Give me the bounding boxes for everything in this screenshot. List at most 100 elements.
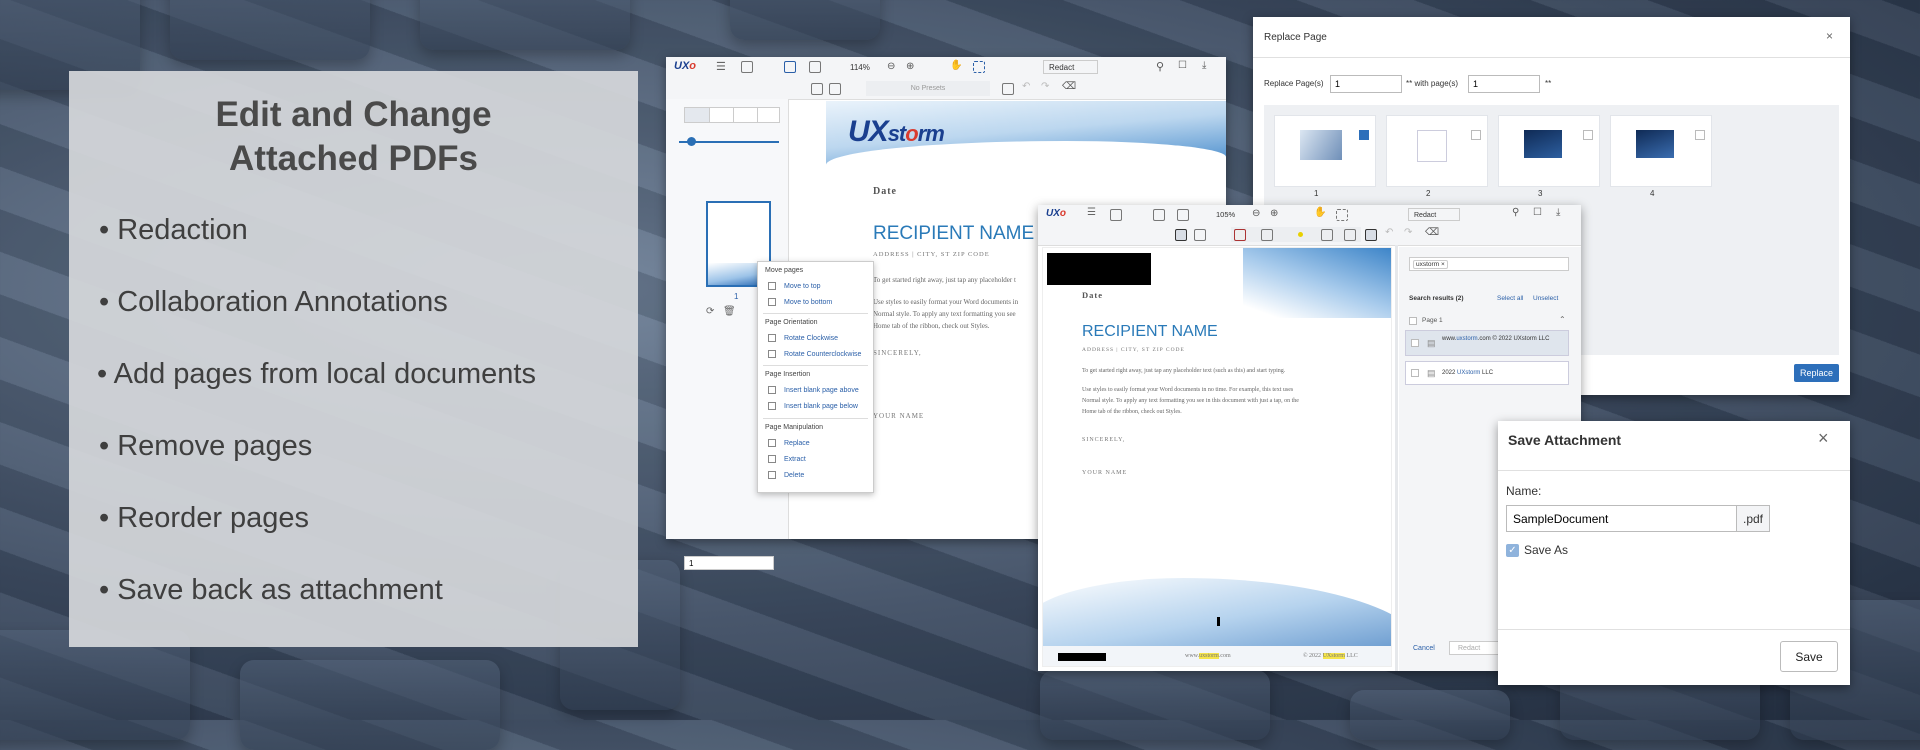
replacement-page-4[interactable] <box>1610 115 1712 187</box>
download-icon[interactable]: ⤓ <box>1556 207 1560 218</box>
page-group-checkbox[interactable] <box>1409 317 1417 325</box>
select-all-link[interactable]: Select all <box>1497 295 1523 302</box>
menu-rotate-clockwise[interactable]: Rotate Clockwise <box>784 335 838 342</box>
download-icon[interactable]: ⤓ <box>1202 60 1206 71</box>
save-attachment-dialog: Save Attachment × Name: .pdf ✓ Save As S… <box>1498 421 1850 685</box>
rotate-icon[interactable]: ⟳ <box>706 306 714 317</box>
dialog-divider <box>1498 470 1850 471</box>
thumb-checkbox[interactable] <box>1471 130 1481 140</box>
save-button[interactable]: Save <box>1780 641 1838 672</box>
comments-icon[interactable]: ☐ <box>1178 60 1187 71</box>
menu-insert-above[interactable]: Insert blank page above <box>784 387 859 394</box>
close-icon[interactable]: × <box>1826 29 1833 43</box>
slider-handle[interactable] <box>687 137 696 146</box>
page-number-input[interactable]: 1 <box>684 556 774 570</box>
redact-area-icon[interactable] <box>811 83 823 95</box>
redact-text-icon[interactable] <box>1194 229 1206 241</box>
thumb-checkbox[interactable] <box>1583 130 1593 140</box>
zoom-level[interactable]: 105% <box>1216 210 1235 219</box>
selection-tool-icon[interactable] <box>1336 209 1348 221</box>
doc-sincerely: SINCERELY, <box>873 349 922 357</box>
chevron-up-icon[interactable]: ⌃ <box>1559 315 1566 324</box>
apply-redaction-icon[interactable] <box>1365 229 1377 241</box>
menu-icon[interactable]: ☰ <box>716 60 726 73</box>
page-view-icon[interactable] <box>1177 209 1189 221</box>
thumb-checkbox[interactable] <box>1695 130 1705 140</box>
pan-tool-icon[interactable]: ✋ <box>1314 207 1326 218</box>
redact-button[interactable]: Redact <box>1449 641 1499 655</box>
tag-close-icon[interactable]: × <box>1441 261 1445 268</box>
result-checkbox[interactable] <box>1411 369 1419 377</box>
zoom-out-icon[interactable]: ⊖ <box>887 61 895 72</box>
unselect-link[interactable]: Unselect <box>1533 295 1558 302</box>
menu-icon[interactable]: ☰ <box>1087 207 1096 218</box>
zoom-level[interactable]: 114% <box>850 63 870 72</box>
sidebar-toggle-icon[interactable] <box>1153 209 1165 221</box>
panel-resizer[interactable] <box>1395 245 1398 671</box>
result-checkbox[interactable] <box>1411 339 1419 347</box>
replacement-page-1[interactable] <box>1274 115 1376 187</box>
redact-page-icon[interactable] <box>1321 229 1333 241</box>
eraser-icon[interactable]: ⌫ <box>1062 81 1076 92</box>
undo-icon[interactable]: ↶ <box>1022 81 1030 92</box>
close-icon[interactable]: × <box>1818 428 1829 449</box>
search-tag[interactable]: uxstorm × <box>1413 260 1448 269</box>
tab-thumbnails[interactable] <box>685 108 709 122</box>
menu-header-orientation: Page Orientation <box>765 319 818 326</box>
zoom-in-icon[interactable]: ⊕ <box>1270 208 1278 219</box>
menu-move-to-top[interactable]: Move to top <box>784 283 821 290</box>
tab-attachments[interactable] <box>757 108 781 122</box>
cancel-link[interactable]: Cancel <box>1413 645 1435 652</box>
page-view-icon[interactable] <box>809 61 821 73</box>
search-result-1[interactable]: ▤ www.uxstorm.com © 2022 UXstorm LLC <box>1405 330 1569 356</box>
search-icon[interactable]: ⚲ <box>1512 207 1519 218</box>
replace-pages-input[interactable] <box>1330 75 1402 93</box>
search-input[interactable]: uxstorm × <box>1409 257 1569 271</box>
eraser-icon[interactable]: ⌫ <box>1425 227 1439 238</box>
redact-search-icon[interactable] <box>1261 229 1273 241</box>
menu-insert-below[interactable]: Insert blank page below <box>784 403 858 410</box>
redact-region-icon[interactable] <box>1344 229 1356 241</box>
zoom-in-icon[interactable]: ⊕ <box>906 61 914 72</box>
mode-select[interactable]: Redact <box>1408 208 1460 221</box>
menu-delete[interactable]: Delete <box>784 472 804 479</box>
comments-icon[interactable]: ☐ <box>1533 207 1542 218</box>
search-icon[interactable]: ⚲ <box>1156 60 1164 73</box>
tab-outline[interactable] <box>709 108 733 122</box>
tab-signatures[interactable] <box>733 108 757 122</box>
preset-selector[interactable] <box>1231 227 1361 242</box>
save-as-label: Save As <box>1524 543 1569 557</box>
replace-button[interactable]: Replace <box>1794 364 1839 382</box>
undo-icon[interactable]: ↶ <box>1385 227 1393 238</box>
menu-extract[interactable]: Extract <box>784 456 806 463</box>
redact-box-icon[interactable] <box>1234 229 1246 241</box>
save-icon[interactable] <box>1110 209 1122 221</box>
pan-tool-icon[interactable]: ✋ <box>950 60 962 71</box>
rotate-cw-icon <box>768 334 776 342</box>
sidebar-toggle-icon[interactable] <box>784 61 796 73</box>
background-key <box>240 660 500 750</box>
menu-replace[interactable]: Replace <box>784 440 810 447</box>
save-icon[interactable] <box>741 61 753 73</box>
replacement-page-2[interactable] <box>1386 115 1488 187</box>
menu-move-to-bottom[interactable]: Move to bottom <box>784 299 832 306</box>
presets-select[interactable]: No Presets <box>866 81 990 96</box>
selection-tool-icon[interactable] <box>973 61 985 73</box>
save-as-checkbox[interactable]: ✓ <box>1506 544 1519 557</box>
with-pages-input[interactable] <box>1468 75 1540 93</box>
delete-icon[interactable]: 🗑 <box>723 306 736 317</box>
redact-area-icon[interactable] <box>1175 229 1187 241</box>
thumb-checkbox-checked[interactable] <box>1359 130 1369 140</box>
redo-icon[interactable]: ↷ <box>1041 81 1049 92</box>
zoom-out-icon[interactable]: ⊖ <box>1252 208 1260 219</box>
filename-input[interactable] <box>1506 505 1738 532</box>
redo-icon[interactable]: ↷ <box>1404 227 1412 238</box>
search-result-2[interactable]: ▤ 2022 UXstorm LLC <box>1405 361 1569 385</box>
apply-redaction-icon[interactable] <box>1002 83 1014 95</box>
mode-select[interactable]: Redact <box>1043 60 1098 74</box>
replacement-page-3[interactable] <box>1498 115 1600 187</box>
highlight-color-icon[interactable] <box>1298 232 1303 237</box>
menu-rotate-counterclockwise[interactable]: Rotate Counterclockwise <box>784 351 861 358</box>
page-context-menu: Move pages Move to top Move to bottom Pa… <box>757 261 874 493</box>
redact-text-icon[interactable] <box>829 83 841 95</box>
